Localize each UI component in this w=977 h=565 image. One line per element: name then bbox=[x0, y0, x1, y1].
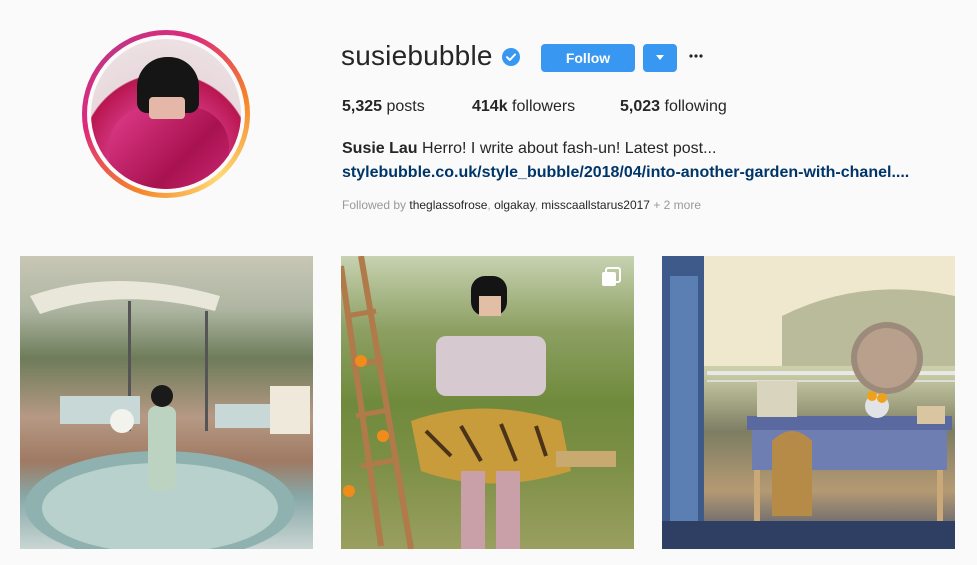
post-image bbox=[662, 256, 955, 549]
caret-down-icon bbox=[656, 55, 664, 60]
followed-by-account[interactable]: misscaallstarus2017 bbox=[541, 198, 650, 212]
post-image bbox=[341, 256, 616, 549]
post-image bbox=[25, 281, 310, 549]
post-thumbnail[interactable] bbox=[20, 256, 313, 549]
ellipsis-icon[interactable] bbox=[688, 48, 704, 64]
verified-badge-icon bbox=[502, 48, 520, 66]
carousel-icon bbox=[602, 267, 621, 286]
followed-by-more[interactable]: + 2 more bbox=[653, 198, 701, 212]
profile-avatar[interactable] bbox=[82, 30, 250, 198]
post-thumbnail[interactable] bbox=[662, 256, 955, 549]
post-thumbnail[interactable] bbox=[341, 256, 634, 549]
followers-stat[interactable]: 414k followers bbox=[472, 98, 575, 116]
posts-stat: 5,325 posts bbox=[342, 98, 425, 116]
following-label: following bbox=[664, 98, 727, 115]
avatar-scarf bbox=[109, 107, 229, 189]
posts-count: 5,325 bbox=[342, 98, 383, 115]
followers-label: followers bbox=[512, 98, 576, 115]
followed-by-prefix: Followed by bbox=[342, 198, 407, 212]
profile-bio: Susie Lau Herro! I write about fash-un! … bbox=[342, 140, 716, 158]
following-count: 5,023 bbox=[620, 98, 661, 115]
followed-by-account[interactable]: theglassofrose bbox=[409, 198, 487, 212]
avatar-image bbox=[91, 39, 241, 189]
following-stat[interactable]: 5,023 following bbox=[620, 98, 727, 116]
suggested-dropdown-button[interactable] bbox=[643, 44, 677, 72]
follow-button[interactable]: Follow bbox=[541, 44, 635, 72]
bio-full-name: Susie Lau bbox=[342, 140, 418, 157]
bio-website-link[interactable]: stylebubble.co.uk/style_bubble/2018/04/i… bbox=[342, 164, 909, 182]
bio-text: Herro! I write about fash-un! Latest pos… bbox=[422, 140, 717, 157]
followers-count: 414k bbox=[472, 98, 508, 115]
profile-username: susiebubble bbox=[341, 40, 493, 71]
avatar-face bbox=[149, 97, 185, 119]
followed-by-account[interactable]: olgakay bbox=[494, 198, 534, 212]
followed-by-line: Followed by theglassofrose, olgakay, mis… bbox=[342, 198, 702, 212]
posts-label: posts bbox=[386, 98, 425, 115]
